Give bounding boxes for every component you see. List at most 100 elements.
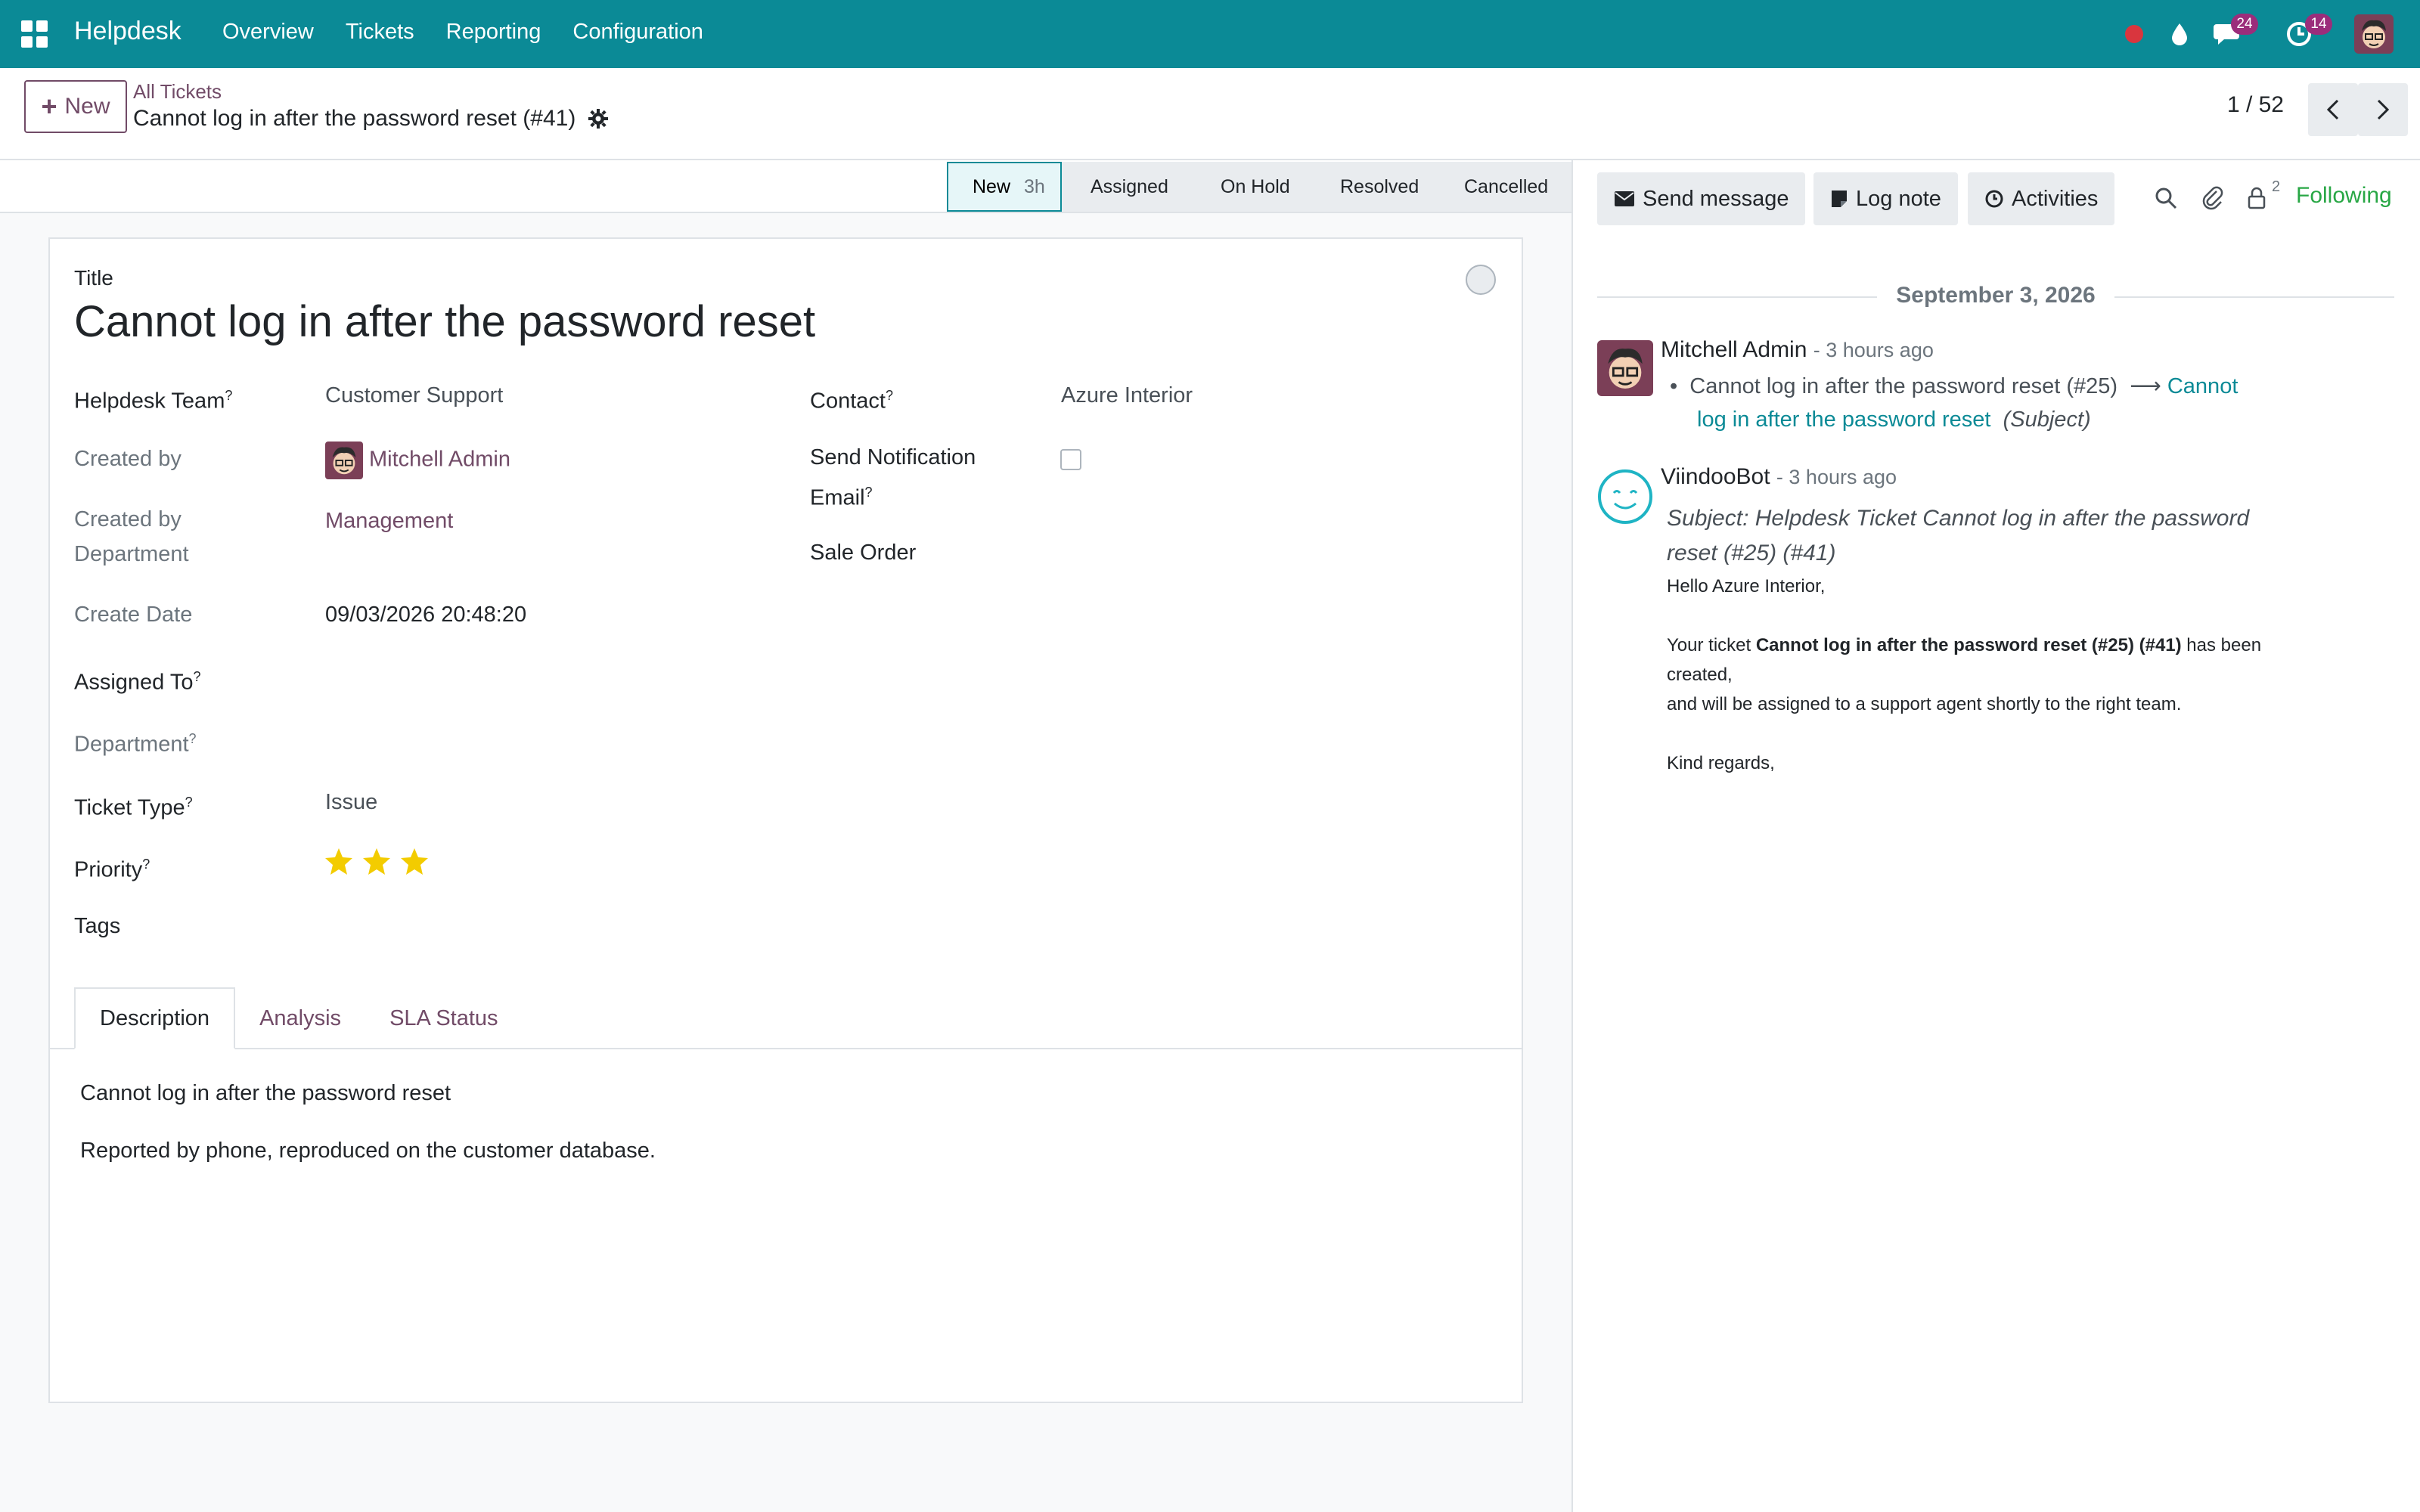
ticket-type-label: Ticket Type?: [74, 795, 193, 820]
helpdesk-team-label: Helpdesk Team?: [74, 388, 233, 414]
menu-reporting[interactable]: Reporting: [446, 20, 541, 45]
sale-order-field[interactable]: [1061, 535, 1485, 570]
message-author: Mitchell Admin - 3 hours ago: [1661, 337, 1934, 362]
new-button[interactable]: + New: [24, 80, 127, 133]
tracking-change: • Cannot log in after the password reset…: [1670, 374, 2238, 398]
menu-configuration[interactable]: Configuration: [572, 20, 703, 45]
breadcrumb-current: Cannot log in after the password reset (…: [133, 106, 609, 132]
pager-value[interactable]: 1 / 52: [2227, 92, 2284, 118]
help-tooltip-icon[interactable]: ?: [886, 388, 893, 403]
tracking-change-continued: log in after the password reset (Subject…: [1697, 407, 2091, 432]
assigned-to-label: Assigned To?: [74, 669, 201, 695]
stage-assigned[interactable]: Assigned: [1062, 162, 1192, 212]
tags-label: Tags: [74, 914, 121, 938]
stage-new[interactable]: New 3h: [947, 162, 1062, 212]
messages-icon[interactable]: 24: [2208, 0, 2258, 68]
following-button[interactable]: Following: [2296, 183, 2392, 209]
activities-button[interactable]: Activities: [1968, 172, 2115, 225]
pager-next-button[interactable]: [2358, 83, 2408, 136]
log-note-button[interactable]: Log note: [1813, 172, 1958, 225]
ticket-type-field[interactable]: Issue: [325, 785, 377, 820]
menu-overview[interactable]: Overview: [222, 20, 314, 45]
pager-previous-button[interactable]: [2308, 83, 2358, 136]
apps-menu-icon[interactable]: [21, 20, 48, 48]
kanban-state-toggle[interactable]: [1466, 265, 1496, 295]
tab-sla-status[interactable]: SLA Status: [365, 987, 523, 1049]
mail-greeting: Hello Azure Interior,: [1667, 576, 1826, 596]
sale-order-label: Sale Order: [810, 541, 917, 565]
status-bar: New 3h Assigned On Hold Resolved Cancell…: [0, 160, 1571, 213]
creator-avatar: [325, 442, 363, 479]
control-panel: + New All Tickets Cannot log in after th…: [0, 68, 2420, 160]
star-icon[interactable]: [361, 847, 392, 877]
created-by-field[interactable]: Mitchell Admin: [325, 442, 510, 479]
followers-count: 2: [2272, 178, 2281, 195]
department-label: Department?: [74, 731, 197, 757]
activities-clock-icon[interactable]: 14: [2279, 0, 2332, 68]
arrow-right-icon: ⟶: [2130, 374, 2161, 398]
paperclip-icon[interactable]: [2195, 180, 2231, 216]
contact-field[interactable]: Azure Interior: [1061, 378, 1193, 413]
stage-resolved[interactable]: Resolved: [1311, 162, 1435, 212]
top-navbar: Helpdesk Overview Tickets Reporting Conf…: [0, 0, 2420, 68]
ticket-title[interactable]: Cannot log in after the password reset: [74, 296, 815, 347]
activities-badge: 14: [2305, 14, 2332, 35]
department-field[interactable]: [325, 721, 749, 756]
message-time: - 3 hours ago: [1813, 339, 1934, 361]
star-icon[interactable]: [399, 847, 430, 877]
followers-lock-icon[interactable]: [2238, 180, 2275, 216]
help-tooltip-icon[interactable]: ?: [193, 669, 200, 684]
tab-description[interactable]: Description: [74, 987, 236, 1049]
tags-field[interactable]: [325, 909, 749, 943]
mail-body-line: and will be assigned to a support agent …: [1667, 694, 2182, 714]
mail-body-line: created,: [1667, 665, 1733, 685]
bot-avatar[interactable]: [1597, 469, 1653, 525]
envelope-icon: [1615, 191, 1634, 206]
gear-icon[interactable]: [588, 108, 609, 129]
app-brand[interactable]: Helpdesk: [74, 17, 182, 46]
created-by-department-field[interactable]: Management: [325, 503, 453, 538]
stage-duration: 3h: [1024, 175, 1045, 197]
description-paragraph[interactable]: Reported by phone, reproduced on the cus…: [80, 1139, 656, 1163]
mail-body-line: Your ticket Cannot log in after the pass…: [1667, 635, 2262, 655]
notebook-tabs: Description Analysis SLA Status: [74, 987, 523, 1049]
help-tooltip-icon[interactable]: ?: [189, 731, 197, 746]
message-subject-line: Subject: Helpdesk Ticket Cannot log in a…: [1667, 506, 2250, 531]
helpdesk-team-field[interactable]: Customer Support: [325, 378, 503, 413]
help-tooltip-icon[interactable]: ?: [225, 388, 232, 403]
chevron-left-icon: [2326, 99, 2339, 120]
help-tooltip-icon[interactable]: ?: [865, 485, 873, 500]
stage-on-hold[interactable]: On Hold: [1192, 162, 1311, 212]
date-separator: September 3, 2026: [1597, 281, 2394, 311]
main-menu: Overview Tickets Reporting Configuration: [222, 20, 703, 45]
note-icon: [1832, 191, 1847, 207]
help-tooltip-icon[interactable]: ?: [185, 795, 193, 810]
help-tooltip-icon[interactable]: ?: [142, 857, 150, 872]
user-avatar[interactable]: [2352, 0, 2396, 68]
send-message-button[interactable]: Send message: [1597, 172, 1806, 225]
description-paragraph[interactable]: Cannot log in after the password reset: [80, 1081, 451, 1106]
message-author-avatar[interactable]: [1597, 340, 1653, 396]
plus-icon: +: [41, 91, 57, 122]
message-time: - 3 hours ago: [1776, 466, 1897, 488]
chatter-panel: [1571, 160, 2420, 1512]
created-by-label: Created by: [74, 447, 182, 471]
search-icon[interactable]: [2148, 180, 2184, 216]
date-separator-text: September 3, 2026: [1896, 283, 2096, 308]
menu-tickets[interactable]: Tickets: [346, 20, 414, 45]
title-label: Title: [74, 266, 113, 290]
breadcrumb-all-tickets[interactable]: All Tickets: [133, 80, 222, 104]
send-notification-checkbox[interactable]: [1060, 449, 1081, 470]
priority-label: Priority?: [74, 857, 150, 882]
create-date-label: Create Date: [74, 603, 193, 627]
messages-badge: 24: [2231, 14, 2258, 35]
clock-icon: [1985, 190, 2003, 208]
star-icon[interactable]: [324, 847, 354, 877]
droplet-icon[interactable]: [2163, 0, 2196, 68]
chevron-right-icon: [2377, 99, 2390, 120]
recording-status-icon[interactable]: [2118, 0, 2151, 68]
message-subject-line: reset (#25) (#41): [1667, 541, 1836, 565]
assigned-to-field[interactable]: [325, 659, 749, 694]
tab-analysis[interactable]: Analysis: [235, 987, 365, 1049]
stage-cancelled[interactable]: Cancelled: [1435, 162, 1571, 212]
